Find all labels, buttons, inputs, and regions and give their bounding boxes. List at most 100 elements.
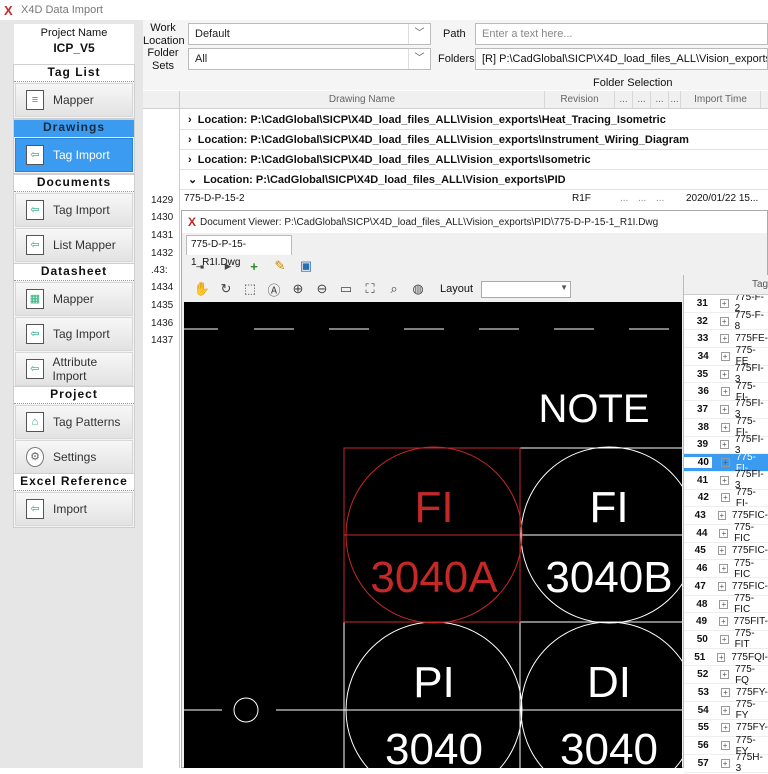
documents-list-mapper-button[interactable]: ⇦ List Mapper bbox=[15, 228, 133, 262]
tag-row[interactable]: 42 +775-FI- bbox=[684, 487, 768, 509]
properties-icon[interactable]: ▣ bbox=[298, 258, 314, 274]
expand-icon[interactable]: + bbox=[719, 599, 729, 609]
tag-row[interactable]: 48 +775-FIC bbox=[684, 593, 768, 615]
tag-column-header[interactable]: Tag bbox=[752, 279, 768, 290]
palette-icon[interactable]: ◍ bbox=[410, 281, 426, 297]
expand-icon[interactable]: + bbox=[719, 634, 729, 644]
expand-icon[interactable]: + bbox=[721, 687, 730, 697]
expand-icon[interactable]: + bbox=[717, 511, 726, 521]
work-location-select[interactable]: Default ﹀ bbox=[188, 23, 431, 45]
tag-row-number: 48 bbox=[696, 598, 708, 610]
group-datasheet: Datasheet ▦ Mapper ⇦ Tag Import ⇦ Attribute… bbox=[13, 263, 135, 388]
bubble-bottom-text: 3040 bbox=[560, 725, 658, 768]
tag-row[interactable]: 44 +775-FIC bbox=[684, 522, 768, 544]
expand-icon[interactable]: + bbox=[720, 440, 729, 450]
column-import-time[interactable]: Import Time bbox=[681, 91, 761, 109]
settings-button[interactable]: ⚙ Settings bbox=[15, 440, 133, 474]
edit-icon[interactable]: ✎ bbox=[272, 258, 288, 274]
tag-row[interactable]: 57 +775H-3 bbox=[684, 752, 768, 774]
expand-icon[interactable]: + bbox=[717, 652, 726, 662]
excel-import-button[interactable]: ⇦ Import bbox=[15, 492, 133, 526]
group-row[interactable]: › Location: P:\CadGlobal\SICP\X4D_load_f… bbox=[180, 130, 768, 150]
expand-icon[interactable]: + bbox=[720, 758, 730, 768]
group-row[interactable]: › Location: P:\CadGlobal\SICP\X4D_load_f… bbox=[180, 150, 768, 170]
tag-row-number: 34 bbox=[697, 350, 709, 362]
folders-input[interactable]: [R] P:\CadGlobal\SICP\X4D_load_files_ALL… bbox=[475, 48, 768, 70]
fit-page-icon[interactable]: ▭ bbox=[338, 281, 354, 297]
tag-row-number: 53 bbox=[697, 686, 709, 698]
datasheet-mapper-button[interactable]: ▦ Mapper bbox=[15, 282, 133, 316]
drawings-tag-import-button[interactable]: ⇦ Tag Import bbox=[15, 138, 133, 172]
window-title: X4D Data Import bbox=[21, 4, 103, 16]
tag-row-number: 51 bbox=[694, 651, 706, 663]
zoom-in-icon[interactable]: ⊕ bbox=[290, 281, 306, 297]
rotate-icon[interactable]: ↻ bbox=[218, 281, 234, 297]
datasheet-attribute-import-button[interactable]: ⇦ Attribute Import bbox=[15, 352, 133, 386]
row-number: 1431 bbox=[151, 230, 174, 241]
documents-tag-import-button[interactable]: ⇦ Tag Import bbox=[15, 193, 133, 227]
expand-icon[interactable]: + bbox=[720, 334, 730, 344]
group-row[interactable]: › Location: P:\CadGlobal\SICP\X4D_load_f… bbox=[180, 110, 768, 130]
zoom-out-icon[interactable]: ⊖ bbox=[314, 281, 330, 297]
group-tag-list: Tag List ≡ Mapper bbox=[13, 64, 135, 119]
expand-icon[interactable]: + bbox=[720, 475, 729, 485]
save-icon[interactable]: ▪ bbox=[194, 258, 210, 274]
open-icon[interactable]: ▸ bbox=[220, 258, 236, 274]
add-icon[interactable]: + bbox=[246, 258, 262, 274]
import-time-cell: 2020/01/22 15... bbox=[686, 193, 759, 204]
tag-list-mapper-button[interactable]: ≡ Mapper bbox=[15, 83, 133, 117]
column-drawing-name[interactable]: Drawing Name bbox=[180, 91, 545, 109]
text-select-icon[interactable]: Ⓐ bbox=[266, 281, 282, 298]
expand-icon[interactable]: + bbox=[720, 493, 730, 503]
expand-icon[interactable]: + bbox=[719, 298, 729, 308]
expand-icon[interactable]: + bbox=[719, 316, 729, 326]
tag-row-number: 45 bbox=[694, 545, 706, 557]
select-rect-icon[interactable]: ⬚ bbox=[242, 281, 258, 297]
expand-icon[interactable]: + bbox=[720, 422, 730, 432]
expand-icon[interactable]: + bbox=[717, 581, 726, 591]
path-input[interactable]: Enter a text here... bbox=[475, 23, 768, 45]
drawing-canvas[interactable]: NOTE FI 3040A FI 3040B PI 3040 DI 3040 bbox=[184, 302, 682, 768]
layout-select[interactable]: ▼ bbox=[481, 280, 572, 298]
expand-icon[interactable]: + bbox=[720, 369, 729, 379]
folders-label: Folders bbox=[438, 53, 475, 65]
dots-cell: ... bbox=[656, 193, 665, 204]
datasheet-tag-import-button[interactable]: ⇦ Tag Import bbox=[15, 317, 133, 351]
viewer-tab[interactable]: 775-D-P-15-1_R1I.Dwg bbox=[186, 235, 292, 268]
pan-hand-icon[interactable]: ✋ bbox=[194, 281, 210, 297]
row-number: .43: bbox=[151, 265, 168, 276]
column-extra[interactable]: ... bbox=[633, 91, 651, 109]
group-row[interactable]: ⌄ Location: P:\CadGlobal\SICP\X4D_load_f… bbox=[180, 170, 768, 190]
row-number: 1429 bbox=[151, 195, 174, 206]
table-row[interactable]: 775-D-P-15-2 R1F ... ... ... 2020/01/22 … bbox=[180, 190, 768, 208]
expand-icon[interactable]: + bbox=[719, 564, 729, 574]
tag-name: 775-FIT bbox=[734, 628, 755, 651]
expand-icon[interactable]: + bbox=[720, 404, 729, 414]
tag-row[interactable]: 52 +775-FQ bbox=[684, 664, 768, 686]
zoom-extents-icon[interactable]: ⛶ bbox=[362, 281, 378, 297]
tag-row[interactable]: 32 +775-F-8 bbox=[684, 310, 768, 332]
expand-icon[interactable]: + bbox=[720, 670, 730, 680]
tag-list-header: Tag bbox=[684, 275, 768, 295]
expand-icon[interactable]: + bbox=[720, 705, 730, 715]
expand-icon[interactable]: + bbox=[720, 351, 730, 361]
tag-row[interactable]: 54 +775-FY bbox=[684, 699, 768, 721]
dots-cell: ... bbox=[638, 193, 647, 204]
expand-icon[interactable]: + bbox=[719, 617, 728, 627]
expand-icon[interactable]: + bbox=[721, 723, 730, 733]
expand-icon[interactable]: + bbox=[720, 458, 730, 468]
import-icon: ⇦ bbox=[26, 200, 44, 220]
expand-icon[interactable]: + bbox=[717, 546, 726, 556]
expand-icon[interactable]: + bbox=[720, 387, 730, 397]
column-extra[interactable]: ... bbox=[669, 91, 681, 109]
tag-row[interactable]: 50 +775-FIT bbox=[684, 628, 768, 651]
folder-sets-select[interactable]: All ﹀ bbox=[188, 48, 431, 70]
column-revision[interactable]: Revision bbox=[545, 91, 615, 109]
zoom-window-icon[interactable]: ⌕ bbox=[386, 281, 402, 297]
column-extra[interactable]: ... bbox=[651, 91, 669, 109]
expand-icon[interactable]: + bbox=[719, 528, 729, 538]
column-extra[interactable]: ... bbox=[615, 91, 633, 109]
tag-patterns-button[interactable]: ⌂ Tag Patterns bbox=[15, 405, 133, 439]
tag-row[interactable]: 46 +775-FIC bbox=[684, 558, 768, 580]
expand-icon[interactable]: + bbox=[720, 741, 730, 751]
